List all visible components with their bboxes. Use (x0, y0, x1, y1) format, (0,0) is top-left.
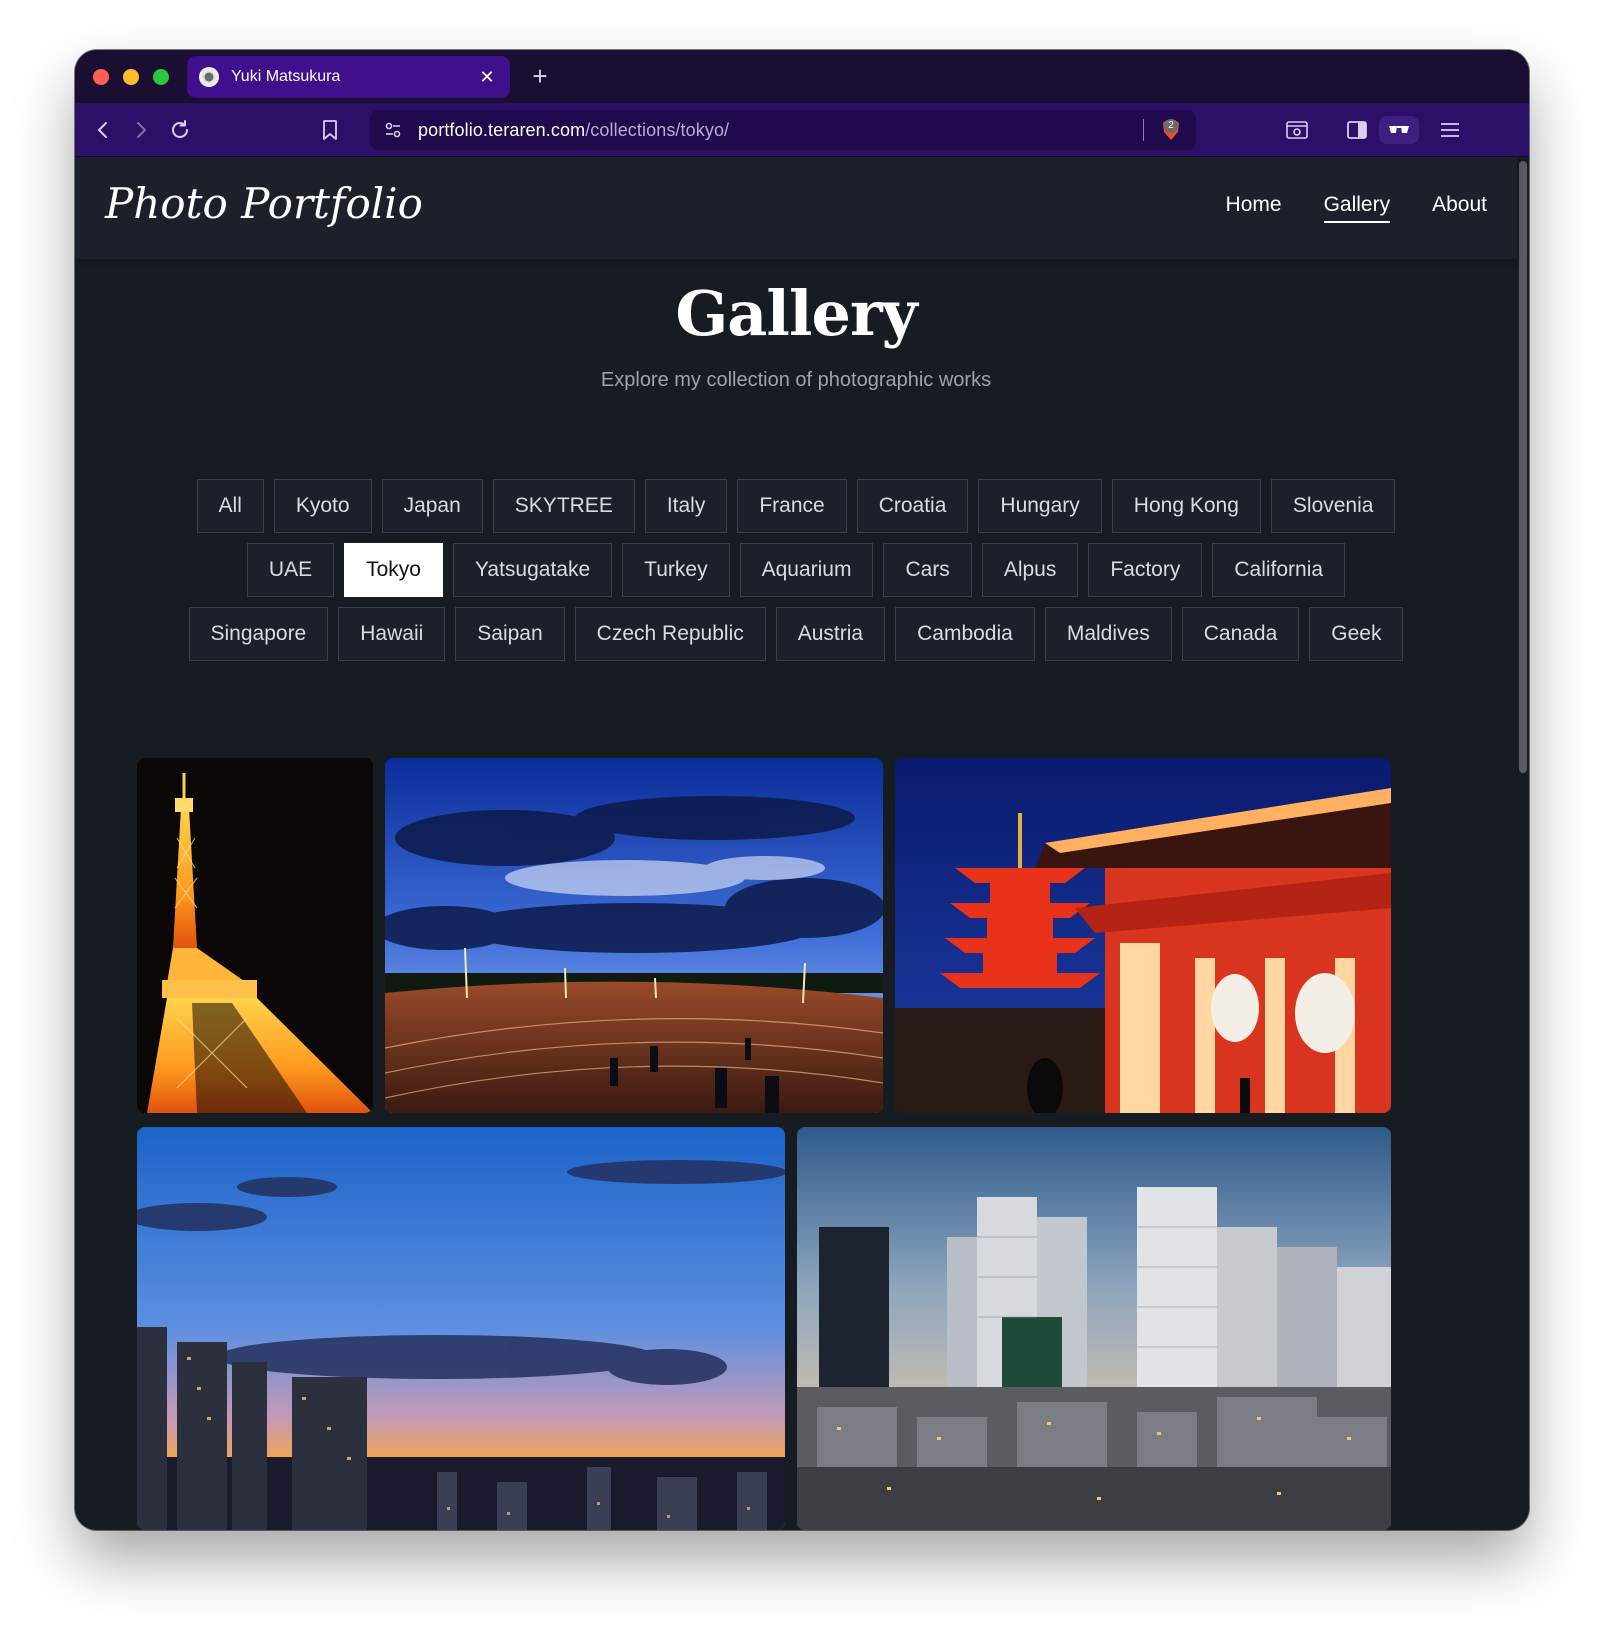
screenshot-icon[interactable] (1283, 116, 1311, 144)
filter-row: Singapore Hawaii Saipan Czech Republic Austr… (188, 607, 1404, 661)
filter-chip-yatsugatake[interactable]: Yatsugatake (452, 543, 613, 597)
filter-chip-factory[interactable]: Factory (1088, 543, 1203, 597)
filter-chip-maldives[interactable]: Maldives (1044, 607, 1172, 661)
tokyo-tower-image (137, 758, 373, 1113)
tab-bar: Yuki Matsukura ✕ + (75, 50, 1529, 103)
browser-toolbar: portfolio.teraren.com/collections/tokyo/… (75, 103, 1529, 157)
site-nav: Home Gallery About (1226, 193, 1487, 223)
filter-chip-slovenia[interactable]: Slovenia (1270, 479, 1396, 533)
filter-chip-uae[interactable]: UAE (246, 543, 335, 597)
filter-chip-hungary[interactable]: Hungary (978, 479, 1102, 533)
filter-chip-czech-republic[interactable]: Czech Republic (574, 607, 766, 661)
filter-chip-hawaii[interactable]: Hawaii (338, 607, 446, 661)
site-logo[interactable]: Photo Portfolio (105, 179, 423, 228)
filter-chip-tokyo[interactable]: Tokyo (344, 543, 443, 597)
filter-row: All Kyoto Japan SKYTREE Italy France Croatia Hu… (196, 479, 1396, 533)
forward-icon[interactable] (127, 116, 155, 144)
site-settings-icon[interactable] (380, 117, 406, 143)
close-tab-icon[interactable]: ✕ (476, 66, 498, 88)
filter-chip-japan[interactable]: Japan (381, 479, 483, 533)
shields-count-badge: 2 (1164, 119, 1178, 133)
vpn-glasses-icon[interactable] (1379, 116, 1419, 144)
filter-chip-cambodia[interactable]: Cambodia (895, 607, 1035, 661)
nav-home[interactable]: Home (1226, 193, 1282, 223)
filter-chip-singapore[interactable]: Singapore (188, 607, 329, 661)
maximize-window-button[interactable] (153, 69, 169, 85)
url-text: portfolio.teraren.com/collections/tokyo/ (418, 120, 729, 141)
filter-chip-canada[interactable]: Canada (1181, 607, 1300, 661)
filter-chip-croatia[interactable]: Croatia (856, 479, 969, 533)
filter-chip-aquarium[interactable]: Aquarium (739, 543, 874, 597)
photo-sensoji-temple[interactable] (895, 758, 1391, 1113)
filter-chip-all[interactable]: All (196, 479, 264, 533)
filter-chip-italy[interactable]: Italy (644, 479, 728, 533)
url-path: /collections/tokyo/ (585, 119, 730, 140)
page-subtitle: Explore my collection of photographic wo… (600, 369, 992, 391)
new-tab-button[interactable]: + (526, 62, 554, 90)
filter-chip-cars[interactable]: Cars (883, 543, 972, 597)
back-icon[interactable] (89, 116, 117, 144)
filter-chip-california[interactable]: California (1212, 543, 1346, 597)
running-track-image (385, 758, 883, 1113)
url-host: portfolio.teraren.com (418, 119, 586, 140)
filter-chip-saipan[interactable]: Saipan (455, 607, 565, 661)
menu-icon[interactable] (1436, 116, 1464, 144)
shinjuku-skyscrapers-image (797, 1127, 1391, 1530)
filter-chip-hong-kong[interactable]: Hong Kong (1111, 479, 1261, 533)
site-header: Photo Portfolio Home Gallery About (75, 157, 1517, 259)
bookmark-icon[interactable] (316, 116, 344, 144)
filter-chip-alpus[interactable]: Alpus (981, 543, 1079, 597)
photo-skyline-sunset[interactable] (137, 1127, 785, 1530)
url-divider (1143, 119, 1144, 141)
tab-title: Yuki Matsukura (231, 68, 341, 85)
photo-running-track[interactable] (385, 758, 883, 1113)
reload-icon[interactable] (166, 116, 194, 144)
filter-chip-turkey[interactable]: Turkey (622, 543, 730, 597)
sidebar-toggle-icon[interactable] (1343, 116, 1371, 144)
filter-chip-france[interactable]: France (737, 479, 847, 533)
camera-favicon-icon (199, 67, 219, 87)
browser-window: Yuki Matsukura ✕ + portfolio.teraren.com… (75, 50, 1529, 1530)
collection-filters: All Kyoto Japan SKYTREE Italy France Croatia Hu… (135, 479, 1457, 661)
page-content: Photo Portfolio Home Gallery About Galle… (75, 157, 1529, 1530)
page-title: Gallery (675, 277, 917, 350)
sensoji-temple-image (895, 758, 1391, 1113)
photo-shinjuku-skyscrapers[interactable] (797, 1127, 1391, 1530)
nav-gallery[interactable]: Gallery (1323, 193, 1390, 223)
page-scrollbar[interactable] (1519, 161, 1527, 773)
browser-tab[interactable]: Yuki Matsukura ✕ (187, 56, 510, 98)
address-bar[interactable]: portfolio.teraren.com/collections/tokyo/… (370, 110, 1196, 150)
filter-chip-kyoto[interactable]: Kyoto (273, 479, 372, 533)
filter-chip-geek[interactable]: Geek (1309, 607, 1404, 661)
filter-row: UAE Tokyo Yatsugatake Turkey Aquarium Cars Alp… (246, 543, 1346, 597)
nav-about[interactable]: About (1432, 193, 1487, 223)
brave-shields-icon[interactable]: 2 (1158, 117, 1184, 143)
filter-chip-skytree[interactable]: SKYTREE (492, 479, 635, 533)
minimize-window-button[interactable] (123, 69, 139, 85)
close-window-button[interactable] (93, 69, 109, 85)
photo-tokyo-tower[interactable] (137, 758, 373, 1113)
skyline-sunset-image (137, 1127, 785, 1530)
filter-chip-austria[interactable]: Austria (775, 607, 886, 661)
